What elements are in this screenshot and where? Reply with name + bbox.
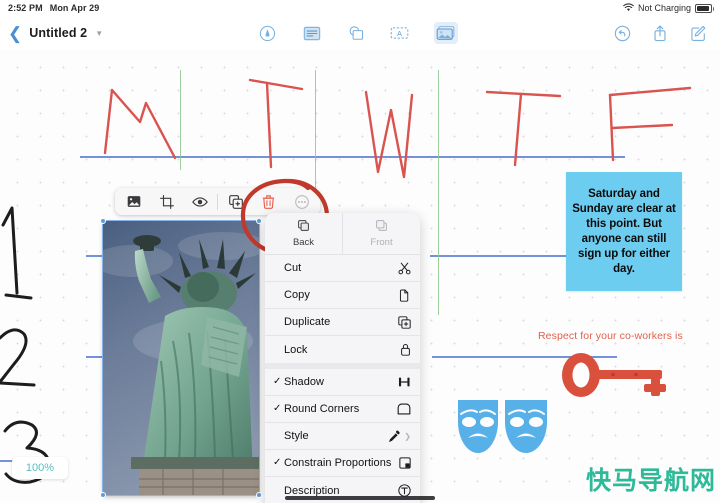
app-root: 2:52 PM Mon Apr 29 Not Charging ❮ Untitl… [0, 0, 720, 503]
menu-item-cut[interactable]: Cut [265, 255, 420, 282]
menu-item-label: Constrain Proportions [284, 457, 392, 469]
home-indicator [285, 496, 435, 500]
duplicate-plus-icon[interactable] [219, 188, 252, 215]
sticky-note[interactable]: Saturday and Sunday are clear at this po… [566, 172, 682, 291]
scissors-icon [398, 262, 411, 275]
share-up-icon[interactable] [650, 23, 670, 43]
menu-item-label: Round Corners [284, 403, 360, 415]
image-toolbar[interactable] [115, 188, 320, 215]
check-mark: ✓ [273, 457, 282, 468]
undo-icon[interactable] [612, 23, 632, 43]
status-time: 2:52 PM [8, 3, 43, 13]
photo-icon[interactable] [117, 188, 150, 215]
menu-item-label: Lock [284, 343, 308, 356]
nav-bar-left: ❮ Untitled 2 ▼ [0, 25, 103, 42]
eye-icon[interactable] [183, 188, 216, 215]
duplicate-icon [398, 315, 411, 329]
selection-handle[interactable] [256, 492, 262, 498]
menu-item-copy[interactable]: Copy [265, 282, 420, 309]
photo-stack-icon[interactable] [433, 22, 458, 44]
status-bar-right: Not Charging [623, 2, 714, 14]
bring-front-label: Front [370, 237, 393, 248]
chevron-left-icon[interactable]: ❮ [8, 25, 22, 42]
rule-line [80, 156, 625, 158]
menu-item-shadow[interactable]: ✓ Shadow [265, 369, 420, 396]
chevron-down-icon[interactable]: ▼ [95, 29, 103, 38]
menu-item-label: Shadow [284, 376, 325, 388]
send-back-label: Back [292, 237, 315, 248]
label-a-icon[interactable]: A [390, 23, 410, 43]
send-back-button[interactable]: Back [265, 213, 342, 254]
menu-group-style: ✓ Shadow ✓ Round Corners Style ❯ ✓ Const… [265, 369, 420, 503]
crop-icon[interactable] [150, 188, 183, 215]
shadow-icon [398, 376, 411, 388]
column-divider [438, 70, 439, 315]
watermark: 快马导航网 [585, 466, 716, 495]
wifi-icon [623, 2, 634, 14]
menu-item-label: Style [284, 430, 309, 442]
image-context-menu[interactable]: Back Front Cut Copy Duplicate Lock ✓ Sha… [265, 213, 420, 503]
tool-palette: A [103, 22, 612, 44]
bring-front-icon [375, 219, 388, 235]
bring-front-button[interactable]: Front [342, 213, 420, 254]
selection-handle[interactable] [100, 218, 106, 224]
nav-bar-right [612, 23, 720, 43]
menu-item-label: Copy [284, 289, 310, 301]
key-caption-text: Respect for your co-workers is [538, 330, 683, 342]
menu-item-style[interactable]: Style ❯ [265, 423, 420, 450]
selection-handle[interactable] [256, 218, 262, 224]
send-back-icon [297, 219, 310, 235]
nav-bar: ❮ Untitled 2 ▼ A [0, 16, 720, 50]
status-bar-left: 2:52 PM Mon Apr 29 [8, 3, 99, 13]
column-divider [180, 70, 181, 170]
check-mark: ✓ [273, 376, 282, 387]
statue-of-liberty-image[interactable] [102, 220, 260, 496]
chevron-right-icon: ❯ [404, 431, 411, 441]
shapes-icon[interactable] [346, 23, 366, 43]
status-date: Mon Apr 29 [49, 3, 100, 13]
copy-icon [398, 288, 411, 302]
status-bar: 2:52 PM Mon Apr 29 Not Charging [0, 0, 720, 16]
constrain-icon [399, 457, 411, 469]
menu-item-label: Duplicate [284, 316, 331, 328]
key-sticker[interactable] [556, 350, 676, 400]
menu-group-edit: Cut Copy Duplicate Lock [265, 255, 420, 369]
theater-masks-sticker[interactable] [455, 398, 550, 460]
menu-item-lock[interactable]: Lock [265, 336, 420, 363]
arrange-segment: Back Front [265, 213, 420, 255]
ellipsis-circle-icon[interactable] [285, 188, 318, 215]
lock-icon [400, 343, 411, 356]
page-title[interactable]: Untitled 2 [29, 26, 87, 40]
sticky-note-text: Saturday and Sunday are clear at this po… [572, 187, 676, 275]
round-corners-icon [397, 403, 411, 415]
toolbar-divider [217, 193, 218, 210]
menu-item-round-corners[interactable]: ✓ Round Corners [265, 396, 420, 423]
trash-icon[interactable] [252, 188, 285, 215]
compose-pencil-icon[interactable] [688, 23, 708, 43]
check-mark: ✓ [273, 403, 282, 414]
document-canvas[interactable]: Saturday and Sunday are clear at this po… [0, 50, 720, 503]
menu-item-constrain-proportions[interactable]: ✓ Constrain Proportions [265, 450, 420, 477]
menu-item-label: Description [284, 484, 340, 497]
text-box-icon[interactable] [302, 23, 322, 43]
eyedropper-icon: ❯ [388, 430, 411, 443]
menu-item-label: Cut [284, 262, 302, 274]
battery-icon [695, 3, 714, 13]
battery-status-label: Not Charging [637, 3, 691, 13]
svg-text:A: A [397, 30, 402, 38]
selection-handle[interactable] [100, 492, 106, 498]
zoom-level-indicator[interactable]: 100% [12, 457, 68, 479]
menu-item-duplicate[interactable]: Duplicate [265, 309, 420, 336]
pen-circle-icon[interactable] [258, 23, 278, 43]
